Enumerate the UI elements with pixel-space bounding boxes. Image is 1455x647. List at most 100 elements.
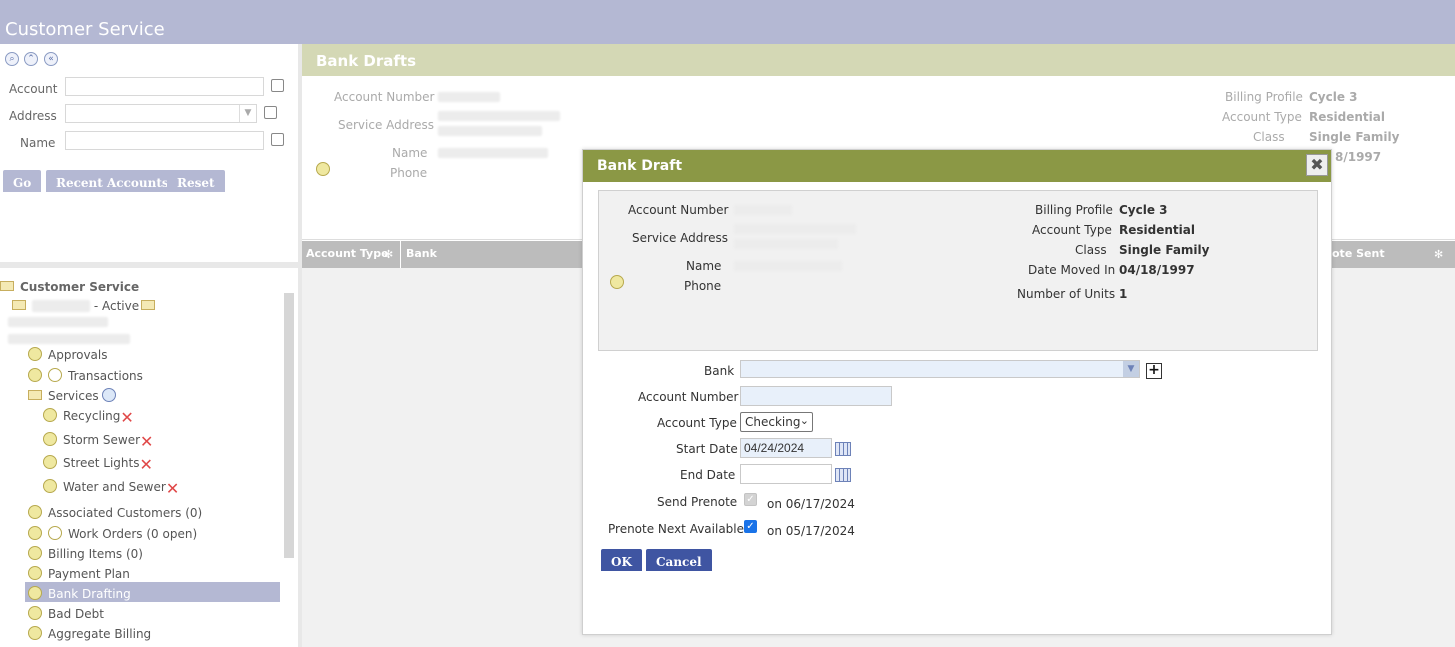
cancel-button[interactable]: Cancel [646,549,712,571]
address-select[interactable]: ▼ [65,104,257,123]
address-checkbox[interactable] [264,106,277,119]
note-icon [141,300,156,310]
go-button[interactable]: Go [3,170,42,192]
tree-bad-debt[interactable]: Bad Debt [28,606,104,621]
send-prenote-checkbox[interactable]: ✓ [744,493,757,506]
gear-icon[interactable]: ✻ [1434,248,1443,261]
account-checkbox[interactable] [271,79,284,92]
search-icon[interactable]: ⌕ [5,52,19,66]
tree-bank-drafting[interactable]: Bank Drafting [25,582,280,602]
bank-select[interactable]: ▼ [740,360,1140,378]
gear-icon[interactable]: ✻ [384,248,393,261]
app-title: Customer Service [5,19,165,40]
payment-plan-label: Payment Plan [48,567,130,581]
street-lights-label: Street Lights [63,456,140,470]
search-panel: ⌕ ⌃ « Account Address ▼ Name Go Recent A… [0,44,298,262]
class-value: Single Family [1119,243,1210,257]
removed-icon: ✕ [139,455,153,474]
billing-icon [28,546,42,560]
folder-icon [28,390,42,400]
bg-redacted [438,148,548,158]
class-label: Class [1075,243,1107,257]
phone-icon[interactable] [610,275,624,289]
billing-items-label: Billing Items (0) [48,547,143,561]
tree-street-lights[interactable]: Street Lights✕ [43,455,153,474]
bg-redacted [438,111,560,121]
account-input[interactable] [65,77,264,96]
bg-name-label: Name [392,146,428,160]
col-account-type[interactable]: Account Type [306,247,389,260]
account-type-label: Account Type [1032,223,1112,237]
phone-icon[interactable] [316,162,330,176]
bank-draft-dialog: Bank Draft ✖ Account Number Service Addr… [582,149,1332,635]
add-bank-button[interactable]: + [1146,363,1162,379]
services-label: Services [48,389,99,403]
bg-account-type-label: Account Type [1222,110,1302,124]
work-orders-icon [28,526,42,540]
bg-billing-profile-label: Billing Profile [1225,90,1303,104]
tree-services[interactable]: Services [28,388,122,403]
tree-work-orders[interactable]: Work Orders (0 open) [28,526,197,541]
account-type-select[interactable]: Checking ⌄ [740,412,813,432]
reset-button[interactable]: Reset [167,170,225,192]
col-prenote-sent[interactable]: ote Sent [1332,247,1385,260]
number-of-units-label: Number of Units [1017,287,1116,301]
bg-redacted [438,126,542,136]
collapse-left-icon[interactable]: « [44,52,58,66]
account-redacted [32,300,90,312]
collapse-up-icon[interactable]: ⌃ [24,52,38,66]
search-icon [48,368,62,382]
service-icon [43,432,57,446]
customers-icon [28,505,42,519]
tree-root[interactable]: Customer Service [0,280,139,294]
chevron-down-icon: ▼ [239,105,256,122]
calendar-icon[interactable] [835,442,851,456]
prenote-next-date: on 05/17/2024 [767,524,855,538]
service-icon [43,479,57,493]
removed-icon: ✕ [165,479,180,498]
prenote-next-checkbox[interactable]: ✓ [744,520,757,533]
tree-payment-plan[interactable]: Payment Plan [28,566,130,581]
start-date-input[interactable] [740,438,832,458]
close-icon[interactable]: ✖ [1306,154,1328,176]
bank-drafts-title: Bank Drafts [316,52,417,70]
send-prenote-label: Send Prenote [657,495,738,509]
tree-water-sewer[interactable]: Water and Sewer✕ [43,479,179,498]
dialog-account-summary: Account Number Service Address Name Phon… [598,190,1318,351]
recent-accounts-button[interactable]: Recent Accounts [46,170,179,192]
account-number-field-label: Account Number [638,390,739,404]
tree-account[interactable]: - Active [12,299,161,313]
end-date-input[interactable] [740,464,832,484]
tree-scrollbar[interactable] [284,293,294,558]
service-icon [43,408,57,422]
chevron-down-icon: ⌄ [799,414,809,427]
tree-recycling[interactable]: Recycling✕ [43,408,134,427]
account-number-label: Account Number [628,203,729,217]
ok-button[interactable]: OK [601,549,642,571]
name-checkbox[interactable] [271,133,284,146]
dialog-title: Bank Draft [597,158,683,174]
col-bank[interactable]: Bank [406,247,437,260]
bank-icon [28,586,42,600]
removed-icon: ✕ [140,432,154,451]
aggregate-label: Aggregate Billing [48,627,152,641]
account-number-input[interactable] [740,386,892,406]
water-sewer-label: Water and Sewer [63,480,166,494]
bg-phone-label: Phone [390,166,428,180]
address-label: Address [9,109,57,123]
tree-transactions[interactable]: Transactions [28,368,143,383]
calendar-icon[interactable] [835,468,851,482]
name-input[interactable] [65,131,264,150]
column-divider [400,241,401,268]
tree-billing-items[interactable]: Billing Items (0) [28,546,143,561]
tree-approvals[interactable]: Approvals [28,347,108,362]
service-icon [43,455,57,469]
tree-storm-sewer[interactable]: Storm Sewer✕ [43,432,153,451]
tree-associated-customers[interactable]: Associated Customers (0) [28,505,202,520]
tree-aggregate-billing[interactable]: Aggregate Billing [28,626,151,641]
prenote-next-label: Prenote Next Available [608,522,745,536]
storm-sewer-label: Storm Sewer [63,433,141,447]
bg-class-value: Single Family [1309,130,1400,144]
dialog-titlebar: Bank Draft ✖ [583,150,1331,182]
work-orders-label: Work Orders (0 open) [68,527,198,541]
